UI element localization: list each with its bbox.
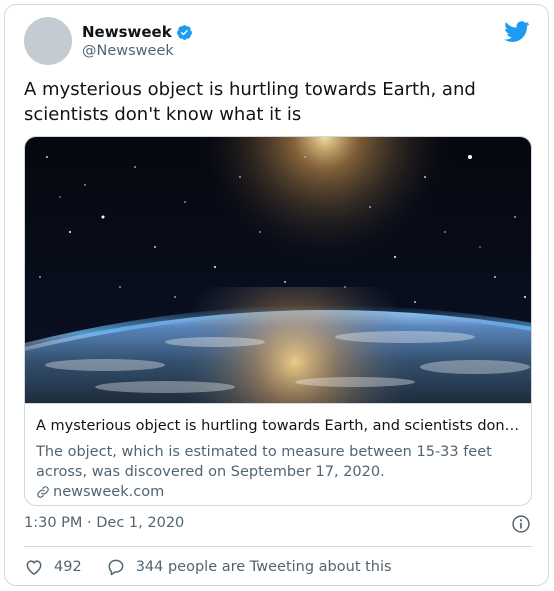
link-preview-card[interactable]: A mysterious object is hurtling towards … <box>24 136 532 506</box>
heart-icon <box>26 560 42 575</box>
author-handle[interactable]: @Newsweek <box>82 43 174 59</box>
author-name[interactable]: Newsweek <box>82 23 172 41</box>
like-count: 492 <box>54 559 82 575</box>
avatar[interactable] <box>24 17 72 65</box>
speech-bubble-icon <box>108 559 124 576</box>
like-button[interactable]: 492 <box>24 557 82 577</box>
link-icon <box>37 486 49 498</box>
tweet-timestamp[interactable]: 1:30 PM · Dec 1, 2020 <box>24 515 184 531</box>
link-domain-row[interactable]: newsweek.com <box>36 484 164 500</box>
link-preview-meta[interactable]: A mysterious object is hurtling towards … <box>25 403 531 505</box>
tweet-text: A mysterious object is hurtling towards … <box>24 79 476 125</box>
tweet-card: Newsweek @Newsweek A mysterious object i… <box>4 4 549 586</box>
tweeting-about-label: 344 people are Tweeting about this <box>135 559 392 575</box>
action-bar: 492 344 people are Tweeting about this <box>24 557 416 577</box>
link-preview-image[interactable] <box>25 137 531 403</box>
link-domain: newsweek.com <box>53 484 165 500</box>
divider <box>24 546 532 547</box>
tweeting-about-button[interactable]: 344 people are Tweeting about this <box>106 557 392 577</box>
link-title[interactable]: A mysterious object is hurtling towards … <box>36 418 521 434</box>
info-icon[interactable] <box>511 514 531 534</box>
author-name-row: Newsweek <box>82 23 193 41</box>
twitter-bird-icon[interactable] <box>504 21 530 43</box>
verified-badge-icon <box>176 24 192 40</box>
link-description: The object, which is estimated to measur… <box>36 444 492 480</box>
